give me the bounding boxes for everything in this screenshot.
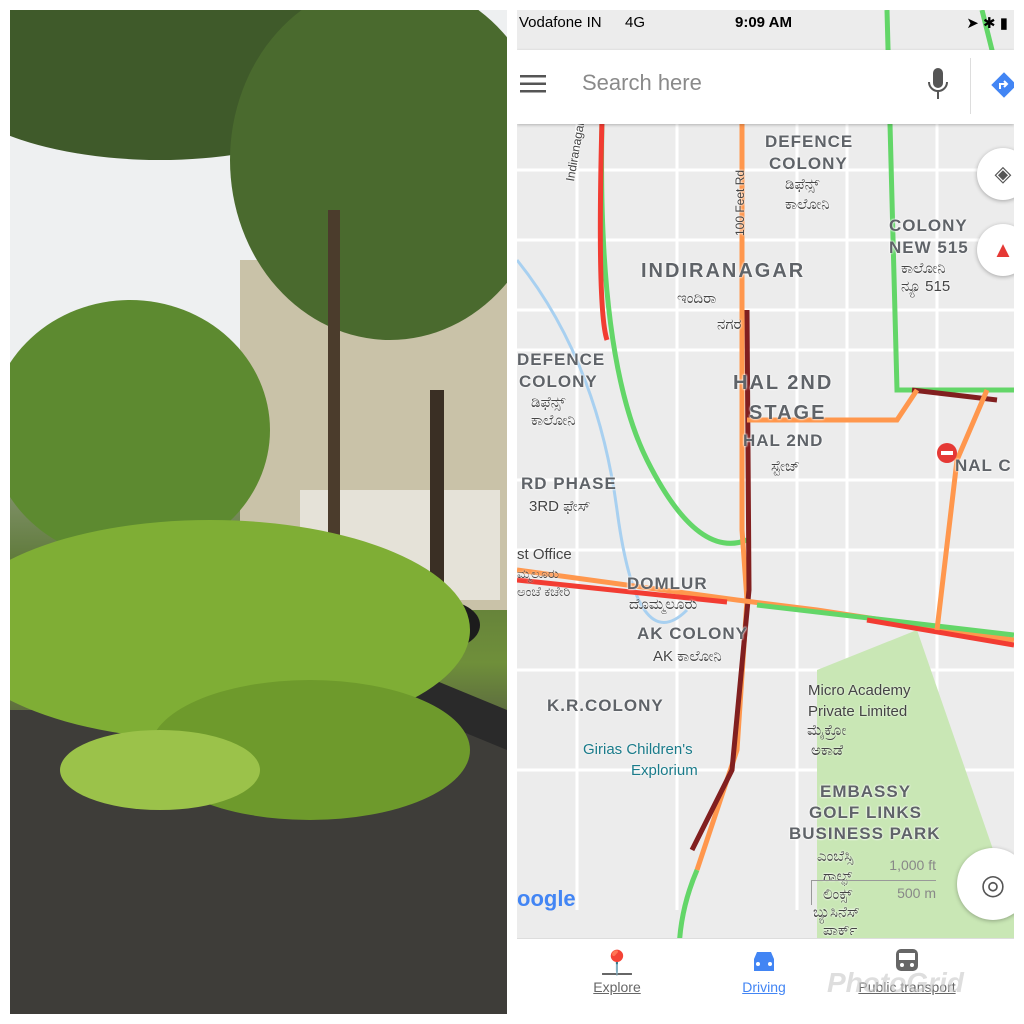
tab-driving[interactable]: Driving	[724, 949, 804, 995]
carrier: Vodafone IN	[519, 14, 602, 31]
poi-label[interactable]: Private Limited	[808, 703, 907, 720]
bottom-navigation: 📍 Explore Driving Public transport Photo…	[517, 938, 1014, 1014]
watermark: PhotoGrid	[827, 967, 964, 998]
map-label: GOLF LINKS	[809, 803, 922, 822]
tab-explore[interactable]: 📍 Explore	[577, 949, 657, 995]
scale-bar: 1,000 ft 500 m	[811, 857, 936, 905]
scale-imperial: 1,000 ft	[889, 857, 936, 873]
map-canvas[interactable]	[517, 10, 1014, 1014]
network: 4G	[625, 14, 646, 31]
microphone-icon[interactable]	[927, 68, 949, 100]
map-label: NAL C	[955, 456, 1012, 475]
scale-metric: 500 m	[897, 885, 936, 901]
photo-scene	[10, 10, 507, 1014]
poi-label[interactable]: st Office	[517, 546, 572, 563]
clock: 9:09 AM	[735, 14, 792, 31]
google-logo: oogle	[517, 886, 576, 911]
map-label: DEFENCE	[765, 132, 854, 151]
layers-icon: ◈	[994, 161, 1012, 186]
map-label: COLONY	[769, 154, 848, 173]
tab-label: Driving	[742, 979, 786, 995]
map-label-indiranagar: INDIRANAGAR	[641, 260, 806, 282]
map-label: AK ಕಾಲೋನಿ	[653, 648, 722, 665]
explore-pin-icon: 📍	[602, 950, 632, 977]
compass-icon: ▲	[992, 237, 1014, 262]
status-bar: Vodafone IN 4G 9:09 AM ➤ ✱ ▮	[517, 14, 1014, 38]
map-label: BUSINESS PARK	[789, 824, 941, 843]
map-label: AK COLONY	[637, 624, 748, 643]
search-input[interactable]: Search here	[582, 70, 702, 96]
map-label: RD PHASE	[521, 474, 617, 493]
map-label: COLONY	[519, 372, 598, 391]
search-bar[interactable]: Search here	[517, 50, 1014, 124]
car-icon	[754, 952, 774, 971]
map-label: STAGE	[749, 402, 827, 424]
map-label: ಸ್ಟೇಜ್	[771, 458, 800, 475]
map-label: ಪಾರ್ಕ್	[823, 922, 858, 939]
map-label: ಎಂಬೆಸ್ಸಿ	[817, 848, 854, 865]
map-label-domlur: DOMLUR	[627, 574, 708, 593]
map-label: ಕಾಲೋನಿ	[785, 196, 830, 213]
map-label: COLONY	[889, 216, 968, 235]
map-label: ಬ್ಯುಸಿನೆಸ್	[813, 904, 860, 921]
poi-label[interactable]: ಅಂಚೆ ಕಚೇರಿ	[517, 584, 570, 600]
map-label: EMBASSY	[820, 782, 912, 801]
status-icons: ➤ ✱ ▮	[966, 15, 1008, 32]
road-label: 100 Feet Rd	[733, 169, 747, 236]
google-maps-screen[interactable]: DEFENCE COLONY ಡಿಫೆನ್ಸ್ ಕಾಲೋನಿ COLONY NE…	[517, 10, 1014, 1014]
poi-label[interactable]: ಅಕಾಡೆ	[811, 742, 843, 759]
fallen-tree-photo	[10, 10, 507, 1014]
map-label: ನಗರ	[717, 316, 742, 333]
directions-icon[interactable]	[989, 70, 1014, 100]
map-label: HAL 2ND	[733, 372, 834, 394]
poi-label[interactable]: Micro Academy	[808, 682, 911, 699]
map-label: K.R.COLONY	[547, 696, 664, 715]
poi-label[interactable]: ಮ್ಮಲೂರು	[517, 566, 559, 582]
poi-label[interactable]: Girias Children's	[583, 741, 693, 758]
map-label: ಕಾಲೋನಿ	[531, 412, 576, 429]
map-label: 3RD ಫೇಸ್	[529, 498, 591, 515]
poi-label[interactable]: ಮೈಕ್ರೋ	[807, 722, 846, 739]
tab-label: Explore	[593, 979, 641, 995]
map-label: ದೊಮ್ಮಲೂರು	[629, 596, 698, 613]
map-label: ಇಂದಿರಾ	[677, 290, 717, 307]
my-location-icon: ◎	[980, 868, 1006, 900]
map-label: HAL 2ND	[743, 431, 824, 450]
map-label: ನ್ಯೂ 515	[901, 278, 951, 295]
map-label: DEFENCE	[517, 350, 606, 369]
map-label: NEW 515	[889, 238, 969, 257]
map-label: ಡಿಫೆನ್ಸ್	[785, 176, 820, 193]
map-label: ಕಾಲೋನಿ	[901, 260, 946, 277]
poi-label[interactable]: Explorium	[631, 762, 698, 779]
menu-icon[interactable]	[520, 74, 546, 94]
map-label: ಡಿಫೆನ್ಸ್	[531, 394, 566, 411]
